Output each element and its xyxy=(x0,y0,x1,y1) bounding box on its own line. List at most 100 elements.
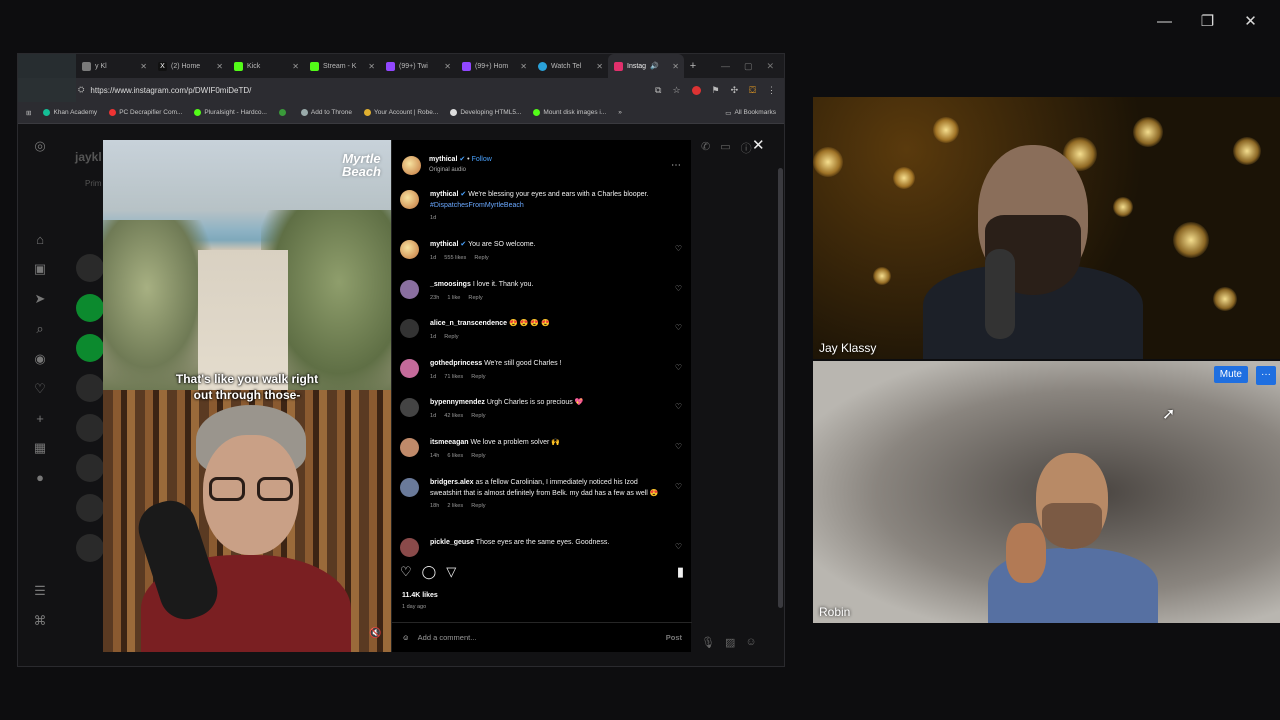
restore-icon[interactable]: ❐ xyxy=(1186,8,1229,34)
send-icon[interactable]: ➤ xyxy=(35,291,46,307)
heart-icon[interactable]: ♡ xyxy=(675,363,682,372)
participant-tile-jay[interactable]: Jay Klassy xyxy=(813,97,1280,359)
bookmark-item[interactable]: Khan Academy xyxy=(43,109,97,116)
heart-icon[interactable]: ♡ xyxy=(675,402,682,411)
tab-close-icon[interactable]: ✕ xyxy=(596,62,603,71)
reply-button[interactable]: Reply xyxy=(444,333,458,341)
comment-username[interactable]: pickle_geuse xyxy=(430,539,474,546)
browser-tab[interactable]: y Kl ✕ xyxy=(76,54,152,78)
tab-close-icon[interactable]: ✕ xyxy=(672,62,679,71)
reply-button[interactable]: Reply xyxy=(474,254,488,262)
follow-button[interactable]: Follow xyxy=(472,156,492,163)
more-options-button[interactable]: ··· xyxy=(1256,366,1276,385)
reel-video[interactable]: Myrtle Beach That's like you walk right … xyxy=(103,140,391,652)
bookmark-item[interactable]: PC Decrapifier Com... xyxy=(109,109,182,116)
minimize-icon[interactable]: — xyxy=(1143,8,1186,34)
participant-tile-robin[interactable]: Mute ··· Robin xyxy=(813,361,1280,623)
scrollbar[interactable] xyxy=(776,124,784,666)
bookmark-item[interactable]: Your Account | Robe... xyxy=(363,109,438,116)
avatar[interactable] xyxy=(400,438,419,457)
restore-icon[interactable]: ▢ xyxy=(744,61,753,72)
like-icon[interactable]: ♡ xyxy=(400,564,412,580)
close-icon[interactable]: ✕ xyxy=(766,61,774,72)
explore-icon[interactable]: ◉ xyxy=(34,351,45,367)
search-icon[interactable]: ⌕ xyxy=(36,321,43,337)
all-bookmarks[interactable]: ▭ All Bookmarks xyxy=(725,109,776,117)
comment-likes[interactable]: 2 likes xyxy=(447,502,463,510)
site-info-icon[interactable]: ⛭ xyxy=(78,85,84,95)
comment-username[interactable]: bypennymendez xyxy=(430,399,485,406)
share-icon[interactable]: ▽ xyxy=(446,564,456,580)
reply-button[interactable]: Reply xyxy=(468,294,482,302)
minimize-icon[interactable]: — xyxy=(721,61,730,72)
puzzle-icon[interactable]: ✣ xyxy=(731,85,739,96)
home-icon[interactable]: ⌂ xyxy=(36,232,44,247)
avatar[interactable] xyxy=(400,538,419,557)
speaker-icon[interactable]: 🔊 xyxy=(650,62,659,70)
likes-count[interactable]: 11.4K likes xyxy=(402,592,438,599)
url-field[interactable]: ⛭ https://www.instagram.com/p/DWIF0miDeT… xyxy=(78,85,647,95)
scrollbar-thumb[interactable] xyxy=(778,168,783,608)
comment-username[interactable]: bridgers.alex xyxy=(430,479,474,486)
instagram-logo-icon[interactable]: ◎ xyxy=(34,138,45,154)
heart-icon[interactable]: ♡ xyxy=(675,482,682,491)
heart-icon[interactable]: ♡ xyxy=(675,284,682,293)
avatar[interactable] xyxy=(400,398,419,417)
browser-tab[interactable]: (99+) Hom ✕ xyxy=(456,54,532,78)
browser-tab[interactable]: (99+) Twi ✕ xyxy=(380,54,456,78)
dashboard-icon[interactable]: ▦ xyxy=(34,440,46,456)
comment-likes[interactable]: 1 like xyxy=(447,294,460,302)
browser-tab[interactable]: Kick ✕ xyxy=(228,54,304,78)
avatar[interactable] xyxy=(402,155,421,175)
reply-button[interactable]: Reply xyxy=(471,373,485,381)
reply-button[interactable]: Reply xyxy=(471,452,485,460)
close-icon[interactable]: ✕ xyxy=(1229,8,1272,34)
comment-likes[interactable]: 555 likes xyxy=(444,254,466,262)
tab-close-icon[interactable]: ✕ xyxy=(444,62,451,71)
close-modal-icon[interactable]: ✕ xyxy=(752,136,765,154)
apps-icon[interactable]: ⊞ xyxy=(26,109,31,117)
menu-icon[interactable]: ☰ xyxy=(34,583,46,599)
emoji-icon[interactable]: ☺ xyxy=(402,633,410,642)
tab-close-icon[interactable]: ✕ xyxy=(368,62,375,71)
post-button[interactable]: Post xyxy=(666,633,682,642)
browser-tab[interactable]: X (2) Home ✕ xyxy=(152,54,228,78)
comment-input[interactable]: Add a comment... xyxy=(418,633,658,642)
extension-record-icon[interactable] xyxy=(691,85,701,95)
comment-likes[interactable]: 42 likes xyxy=(444,412,463,420)
avatar[interactable] xyxy=(400,190,419,209)
avatar[interactable] xyxy=(400,478,419,497)
comment-likes[interactable]: 71 likes xyxy=(444,373,463,381)
avatar[interactable] xyxy=(400,319,419,338)
comment-likes[interactable]: 6 likes xyxy=(447,452,463,460)
profile-icon[interactable]: ● xyxy=(36,470,44,485)
heart-icon[interactable]: ♡ xyxy=(675,442,682,451)
menu-dots-icon[interactable]: ⋮ xyxy=(767,85,776,96)
comment-username[interactable]: mythical xyxy=(430,191,458,198)
comment-username[interactable]: _smoosings xyxy=(430,281,471,288)
more-options-icon[interactable]: ⋯ xyxy=(671,160,681,171)
browser-tab-active[interactable]: Instag 🔊 ✕ xyxy=(608,54,684,78)
bookmark-item[interactable]: Mount disk images i... xyxy=(533,109,606,116)
install-app-icon[interactable]: ⧉ xyxy=(655,85,661,96)
meta-icon[interactable]: ⌘ xyxy=(34,613,47,629)
author-username[interactable]: mythical xyxy=(429,156,457,163)
reply-button[interactable]: Reply xyxy=(471,502,485,510)
bookmark-item[interactable] xyxy=(278,109,289,116)
browser-tab[interactable]: Stream - K ✕ xyxy=(304,54,380,78)
mute-button[interactable]: Mute xyxy=(1213,366,1248,383)
heart-icon[interactable]: ♡ xyxy=(675,323,682,332)
tab-close-icon[interactable]: ✕ xyxy=(292,62,299,71)
create-icon[interactable]: + xyxy=(36,411,44,426)
tab-close-icon[interactable]: ✕ xyxy=(216,62,223,71)
hashtag-link[interactable]: #DispatchesFromMyrtleBeach xyxy=(430,202,524,209)
comment-username[interactable]: gothedprincess xyxy=(430,360,482,367)
tab-close-icon[interactable]: ✕ xyxy=(520,62,527,71)
comment-username[interactable]: itsmeeagan xyxy=(430,439,469,446)
bookmark-item[interactable]: Add to Throne xyxy=(300,109,352,116)
reels-icon[interactable]: ▣ xyxy=(34,261,46,277)
bookmark-star-icon[interactable]: ☆ xyxy=(672,85,680,96)
avatar[interactable] xyxy=(400,240,419,259)
avatar[interactable] xyxy=(400,280,419,299)
bookmark-item[interactable]: Developing HTML5... xyxy=(450,109,521,116)
